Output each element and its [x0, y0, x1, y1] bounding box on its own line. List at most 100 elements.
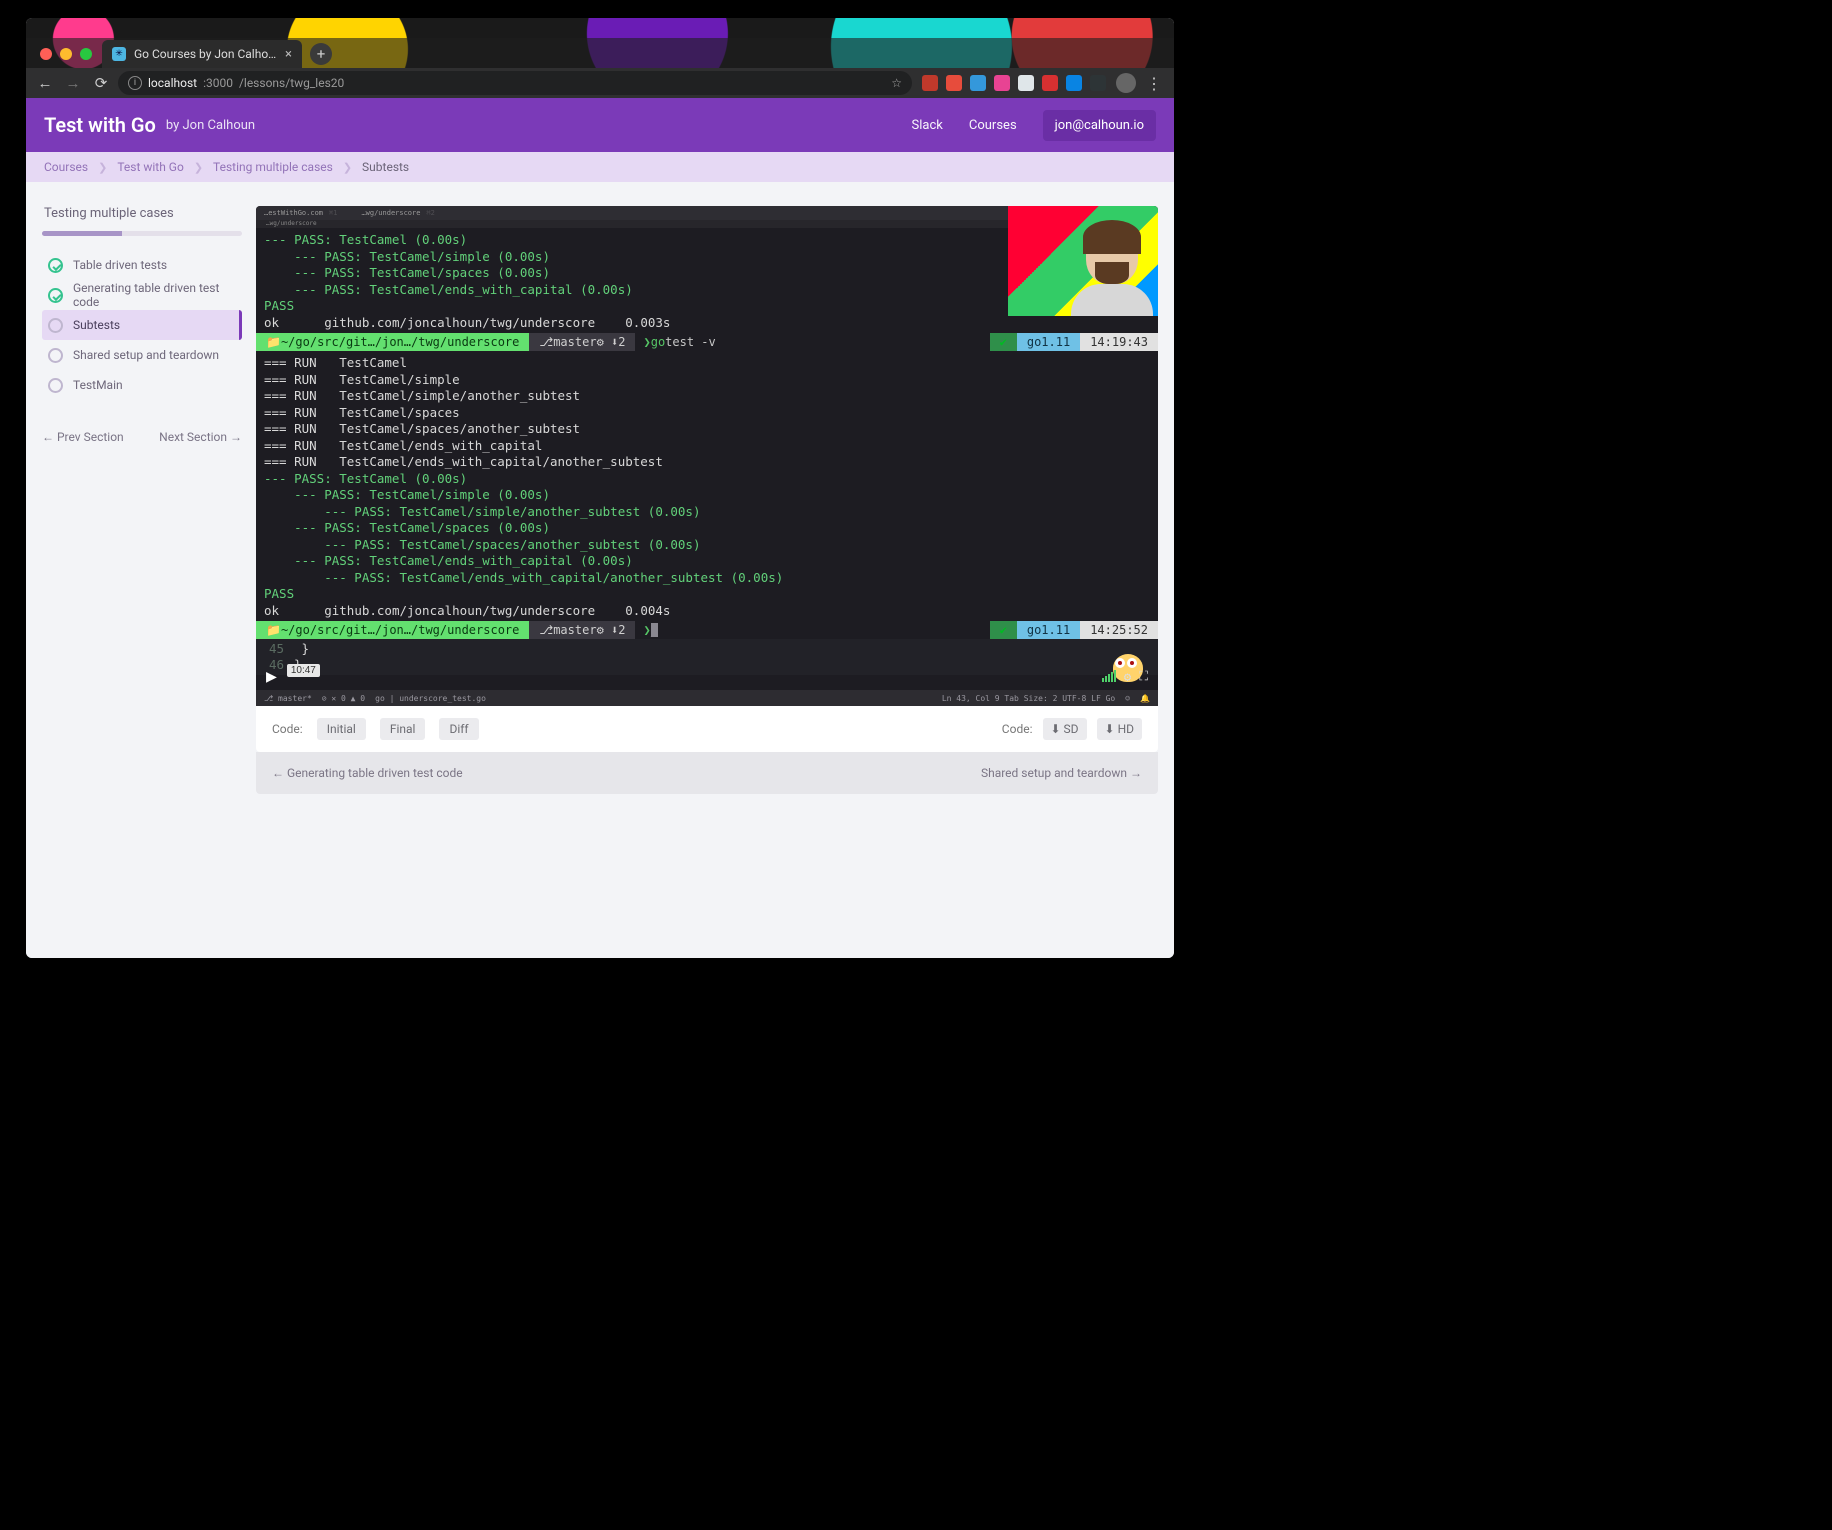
- status-ok-icon: ✔: [990, 333, 1017, 351]
- browser-tab[interactable]: ✳ Go Courses by Jon Calhoun ×: [102, 40, 302, 68]
- forward-button[interactable]: →: [62, 72, 84, 94]
- fullscreen-icon[interactable]: ⛶: [1139, 668, 1148, 684]
- prev-lesson-link[interactable]: ← Generating table driven test code: [272, 766, 463, 780]
- download-sd-button[interactable]: ⬇ SD: [1043, 718, 1087, 740]
- lesson-footer-nav: ← Generating table driven test code Shar…: [256, 752, 1158, 794]
- new-tab-button[interactable]: +: [310, 43, 332, 65]
- browser-toolbar: ← → ⟳ i localhost:3000/lessons/twg_les20…: [26, 68, 1174, 98]
- address-bar[interactable]: i localhost:3000/lessons/twg_les20 ☆: [118, 71, 912, 95]
- crumb-section[interactable]: Testing multiple cases: [213, 160, 333, 174]
- circle-icon: [48, 378, 63, 393]
- prompt-command: ❯ go test -v: [635, 333, 725, 351]
- crumb-course[interactable]: Test with Go: [117, 160, 184, 174]
- prompt-cursor: ❯ _: [635, 621, 667, 639]
- extension-icon[interactable]: [946, 75, 962, 91]
- url-port: :3000: [203, 76, 233, 90]
- browser-menu-icon[interactable]: ⋮: [1142, 74, 1166, 93]
- lesson-main: …estWithGo.com ⌘1 …wg/underscore ⌘2 …wg/…: [256, 206, 1158, 794]
- lesson-sidebar: Testing multiple cases Table driven test…: [42, 206, 242, 444]
- lesson-label: Subtests: [73, 318, 120, 332]
- lesson-label: TestMain: [73, 378, 123, 392]
- extension-icon[interactable]: [1090, 75, 1106, 91]
- go-version-badge: go1.11: [1017, 333, 1080, 351]
- check-circle-icon: [48, 288, 63, 303]
- clock-badge: 14:19:43: [1080, 333, 1158, 351]
- site-header: Test with Go by Jon Calhoun Slack Course…: [26, 98, 1174, 152]
- audio-levels-icon: [1102, 670, 1116, 682]
- extension-icon[interactable]: [1042, 75, 1058, 91]
- crumb-current: Subtests: [362, 160, 409, 174]
- prev-section-link[interactable]: ← Prev Section: [42, 430, 124, 444]
- extension-icon[interactable]: [1018, 75, 1034, 91]
- code-final-button[interactable]: Final: [380, 718, 426, 740]
- extension-icon[interactable]: [922, 75, 938, 91]
- url-path: /lessons/twg_les20: [239, 76, 344, 90]
- reload-button[interactable]: ⟳: [90, 72, 112, 94]
- next-section-link[interactable]: Next Section →: [159, 430, 242, 444]
- bookmark-star-icon[interactable]: ☆: [891, 76, 902, 90]
- bell-icon[interactable]: 🔔: [1140, 694, 1150, 703]
- close-window-icon[interactable]: [40, 48, 52, 60]
- video-controls: ▶ 10:47 ⚙ ⛶: [256, 664, 1158, 688]
- crumb-courses[interactable]: Courses: [44, 160, 88, 174]
- lesson-item[interactable]: Generating table driven test code: [42, 280, 242, 310]
- window-traffic-lights[interactable]: [34, 48, 102, 68]
- download-label: Code:: [1002, 722, 1033, 736]
- smiley-icon[interactable]: ☺: [1125, 694, 1130, 703]
- status-branch: ⎇ master*: [264, 694, 312, 703]
- webcam-overlay: [1008, 206, 1158, 316]
- close-tab-icon[interactable]: ×: [285, 47, 292, 62]
- sidebar-section-title: Testing multiple cases: [42, 206, 242, 221]
- nav-slack[interactable]: Slack: [912, 118, 943, 133]
- shell-prompt: 📁~/go/src/git…/jon…/twg/underscore ⎇ mas…: [256, 333, 1158, 351]
- back-button[interactable]: ←: [34, 72, 56, 94]
- presenter-face: [1076, 220, 1148, 312]
- settings-gear-icon[interactable]: ⚙: [1124, 669, 1132, 684]
- shell-prompt: 📁~/go/src/git…/jon…/twg/underscore ⎇ mas…: [256, 621, 1158, 639]
- extension-icon[interactable]: [1066, 75, 1082, 91]
- lesson-item-active[interactable]: Subtests: [42, 310, 242, 340]
- site-brand[interactable]: Test with Go: [44, 113, 156, 137]
- status-ok-icon: ✔: [990, 621, 1017, 639]
- page-body: Testing multiple cases Table driven test…: [26, 182, 1174, 834]
- chevron-right-icon: ❯: [194, 161, 203, 174]
- code-diff-button[interactable]: Diff: [439, 718, 478, 740]
- circle-icon: [48, 318, 63, 333]
- browser-window: ✳ Go Courses by Jon Calhoun × + ← → ⟳ i …: [26, 18, 1174, 958]
- video-player[interactable]: …estWithGo.com ⌘1 …wg/underscore ⌘2 …wg/…: [256, 206, 1158, 706]
- profile-avatar[interactable]: [1116, 73, 1136, 93]
- extension-icon[interactable]: [994, 75, 1010, 91]
- prompt-branch: ⎇ master ⚙ ⬇ 2: [529, 621, 635, 639]
- terminal-output: === RUN TestCamel === RUN TestCamel/simp…: [256, 351, 1158, 621]
- play-button[interactable]: ▶: [266, 666, 277, 687]
- account-button[interactable]: jon@calhoun.io: [1043, 110, 1156, 141]
- lesson-item[interactable]: Table driven tests: [42, 250, 242, 280]
- tab-title: Go Courses by Jon Calhoun: [134, 47, 277, 61]
- prompt-path: 📁~/go/src/git…/jon…/twg/underscore: [256, 333, 529, 351]
- breadcrumb: Courses ❯ Test with Go ❯ Testing multipl…: [26, 152, 1174, 182]
- go-version-badge: go1.11: [1017, 621, 1080, 639]
- nav-courses[interactable]: Courses: [969, 118, 1017, 133]
- check-circle-icon: [48, 258, 63, 273]
- progress-bar: [42, 231, 242, 236]
- extension-icons: [918, 75, 1110, 91]
- chevron-right-icon: ❯: [98, 161, 107, 174]
- zoom-window-icon[interactable]: [80, 48, 92, 60]
- lesson-label: Shared setup and teardown: [73, 348, 219, 362]
- code-initial-button[interactable]: Initial: [317, 718, 366, 740]
- lesson-label: Generating table driven test code: [73, 281, 236, 309]
- page-content: Test with Go by Jon Calhoun Slack Course…: [26, 98, 1174, 958]
- lesson-item[interactable]: Shared setup and teardown: [42, 340, 242, 370]
- extension-icon[interactable]: [970, 75, 986, 91]
- code-row: Code: Initial Final Diff Code: ⬇ SD ⬇ HD: [256, 706, 1158, 752]
- prompt-path: 📁~/go/src/git…/jon…/twg/underscore: [256, 621, 529, 639]
- editor-tab: …wg/underscore: [361, 209, 420, 217]
- minimize-window-icon[interactable]: [60, 48, 72, 60]
- download-hd-button[interactable]: ⬇ HD: [1097, 718, 1142, 740]
- lesson-item[interactable]: TestMain: [42, 370, 242, 400]
- next-lesson-link[interactable]: Shared setup and teardown →: [981, 766, 1142, 780]
- chevron-right-icon: ❯: [343, 161, 352, 174]
- video-timestamp: 10:47: [287, 664, 320, 677]
- site-byline: by Jon Calhoun: [166, 118, 255, 133]
- site-info-icon[interactable]: i: [128, 76, 142, 90]
